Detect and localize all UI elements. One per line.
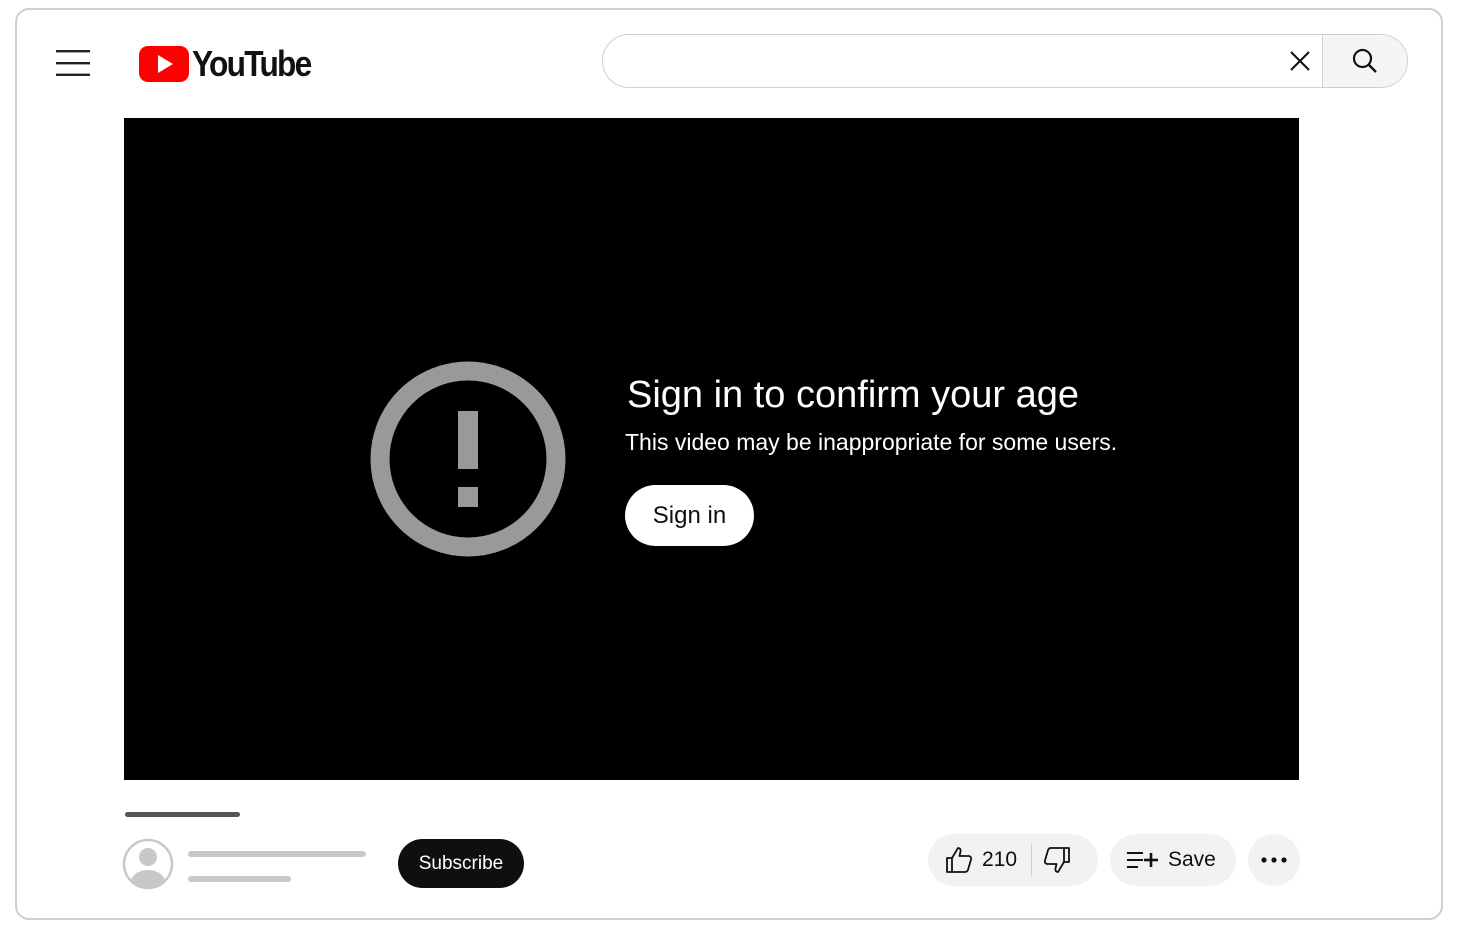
like-button[interactable]: 210 bbox=[928, 834, 1017, 886]
channel-avatar-icon[interactable] bbox=[122, 838, 174, 890]
age-gate-subtitle: This video may be inappropriate for some… bbox=[625, 429, 1118, 455]
dislike-button[interactable] bbox=[1032, 834, 1072, 886]
clear-search-button[interactable] bbox=[1278, 35, 1322, 87]
thumbs-down-icon bbox=[1044, 847, 1070, 873]
search-icon bbox=[1352, 48, 1377, 73]
search-button[interactable] bbox=[1322, 35, 1407, 87]
youtube-logo[interactable]: YouTube bbox=[139, 43, 327, 84]
video-title-placeholder bbox=[125, 812, 240, 817]
like-count: 210 bbox=[982, 848, 1018, 871]
alert-circle-icon bbox=[370, 361, 566, 557]
youtube-play-logo-icon bbox=[139, 46, 189, 82]
sign-in-button[interactable]: Sign in bbox=[625, 485, 754, 546]
save-label: Save bbox=[1168, 848, 1216, 871]
like-dislike-group: 210 bbox=[928, 834, 1098, 886]
search-input[interactable] bbox=[603, 35, 1278, 87]
video-player[interactable]: Sign in to confirm your age This video m… bbox=[124, 118, 1299, 780]
more-actions-button[interactable] bbox=[1248, 834, 1300, 886]
close-icon bbox=[1290, 51, 1310, 71]
channel-name-placeholder bbox=[188, 851, 366, 857]
playlist-add-icon bbox=[1127, 852, 1158, 868]
search-bar bbox=[602, 34, 1408, 88]
age-gate-title: Sign in to confirm your age bbox=[627, 374, 1080, 416]
thumbs-up-icon bbox=[946, 847, 973, 873]
more-horizontal-icon bbox=[1261, 857, 1287, 863]
subscribe-button[interactable]: Subscribe bbox=[398, 839, 524, 888]
subscriber-count-placeholder bbox=[188, 876, 291, 882]
hamburger-menu-icon[interactable] bbox=[56, 50, 90, 76]
save-button[interactable]: Save bbox=[1110, 834, 1236, 886]
logo-wordmark: YouTube bbox=[192, 43, 312, 84]
